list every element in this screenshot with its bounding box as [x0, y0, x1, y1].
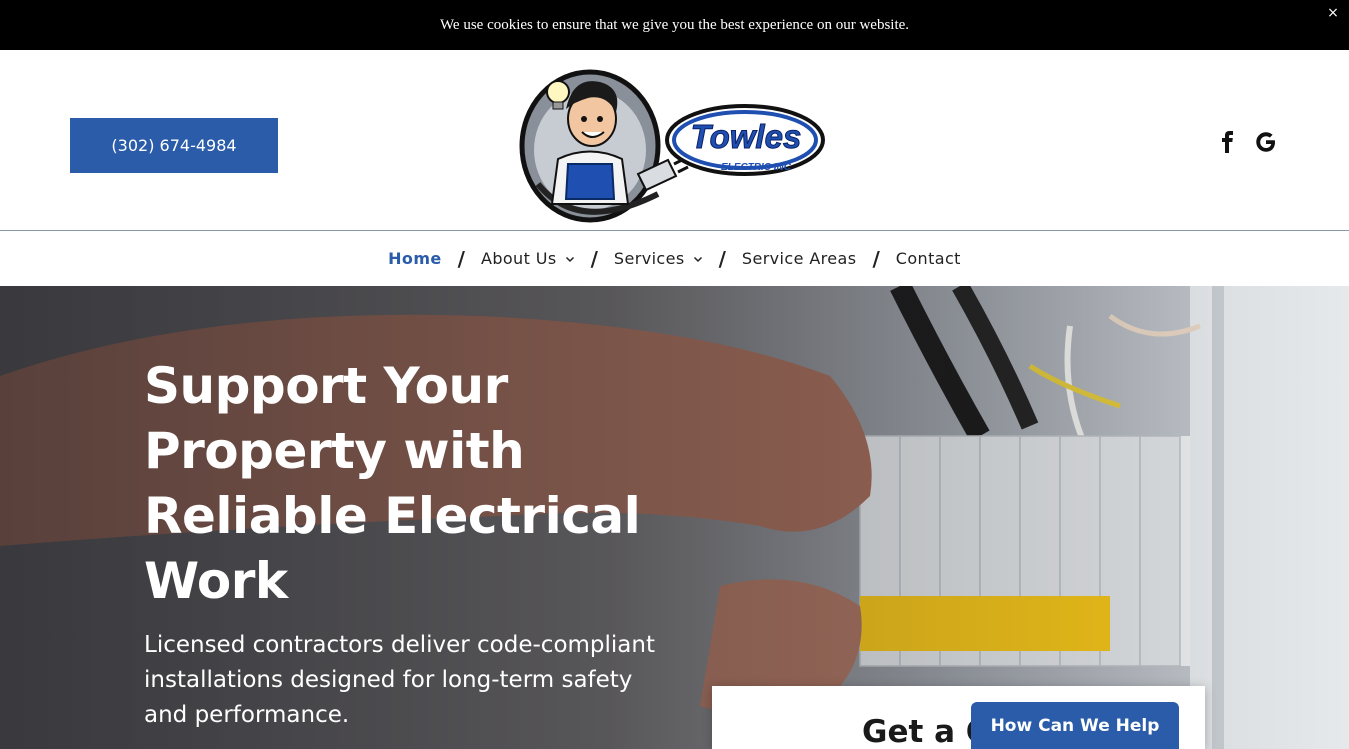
site-header: (302) 674-4984 Towles ELECTRIC INC — [0, 50, 1349, 230]
nav-item-home[interactable]: Home — [388, 249, 442, 268]
nav-item-contact[interactable]: Contact — [896, 249, 961, 268]
main-nav: Home / About Us / Services / Service Are… — [0, 231, 1349, 286]
nav-item-service-areas[interactable]: Service Areas — [742, 249, 857, 268]
nav-item-about-us[interactable]: About Us — [481, 249, 575, 268]
nav-separator: / — [718, 246, 726, 271]
nav-separator: / — [590, 246, 598, 271]
hero-title: Support Your Property with Reliable Elec… — [144, 357, 641, 610]
chevron-down-icon — [693, 256, 702, 262]
how-can-we-help-button[interactable]: How Can We Help — [971, 702, 1179, 749]
hero-subtitle: Licensed contractors deliver code-compli… — [144, 632, 655, 728]
google-icon[interactable] — [1254, 130, 1278, 154]
cookie-message: We use cookies to ensure that we give yo… — [439, 16, 910, 33]
hero-section: Support Your Property with Reliable Elec… — [0, 286, 1349, 749]
logo-brand: Towles — [691, 118, 802, 155]
nav-separator: / — [872, 246, 880, 271]
cookie-banner: We use cookies to ensure that we give yo… — [0, 0, 1349, 50]
nav-item-services[interactable]: Services — [614, 249, 703, 268]
social-links — [1216, 130, 1278, 154]
logo-sub: ELECTRIC INC — [721, 162, 792, 173]
nav-separator: / — [457, 246, 465, 271]
facebook-icon[interactable] — [1216, 130, 1240, 154]
company-logo[interactable]: Towles ELECTRIC INC — [518, 64, 828, 224]
close-icon[interactable]: × — [1325, 5, 1341, 21]
chevron-down-icon — [565, 256, 574, 262]
phone-button[interactable]: (302) 674-4984 — [70, 118, 278, 173]
